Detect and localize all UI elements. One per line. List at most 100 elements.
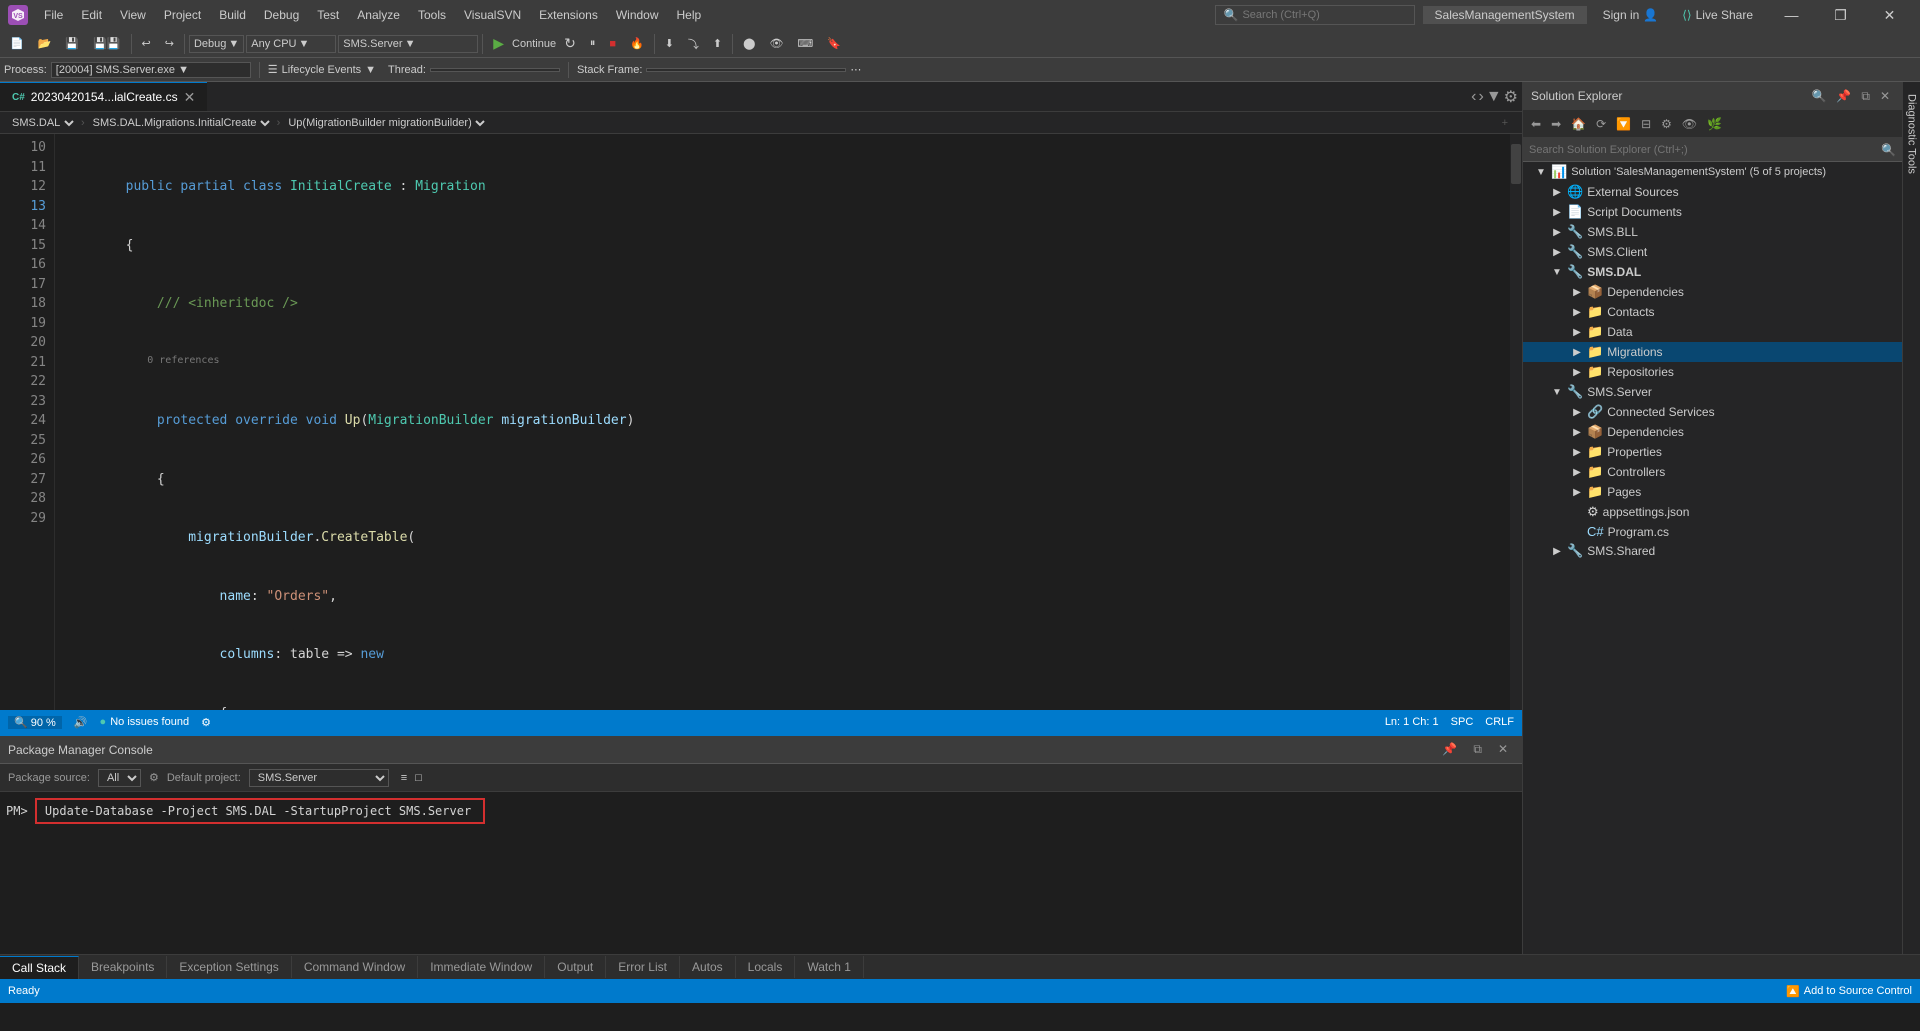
se-filter-btn[interactable]: 🔽: [1612, 115, 1635, 133]
se-home-btn[interactable]: 🏠: [1567, 115, 1590, 133]
tab-dropdown-arrow[interactable]: ▼: [1486, 88, 1502, 106]
new-project-btn[interactable]: 📄: [4, 35, 30, 52]
bookmark-btn[interactable]: 🔖: [821, 35, 847, 52]
se-float-btn[interactable]: ⧉: [1857, 87, 1874, 106]
live-share-button[interactable]: ⟨⟩ Live Share: [1674, 6, 1761, 24]
tree-item-script-docs[interactable]: ▶ 📄 Script Documents: [1523, 202, 1902, 222]
undo-btn[interactable]: ↩: [136, 35, 157, 52]
menu-test[interactable]: Test: [309, 6, 347, 24]
tree-item-pages[interactable]: ▶ 📁 Pages: [1523, 482, 1902, 502]
tab-call-stack[interactable]: Call Stack: [0, 956, 79, 979]
tab-command-window[interactable]: Command Window: [292, 956, 418, 978]
tab-locals[interactable]: Locals: [736, 956, 796, 978]
menu-help[interactable]: Help: [669, 6, 710, 24]
menu-visualsvn[interactable]: VisualSVN: [456, 6, 529, 24]
tab-breakpoints[interactable]: Breakpoints: [79, 956, 167, 978]
panel-float-btn[interactable]: ⧉: [1467, 740, 1488, 759]
immediate-btn[interactable]: ⌨: [791, 35, 819, 52]
code-scrollbar[interactable]: [1510, 134, 1522, 710]
se-close-btn[interactable]: ✕: [1876, 87, 1894, 106]
maximize-button[interactable]: ❐: [1818, 0, 1863, 30]
open-btn[interactable]: 📂: [32, 35, 58, 52]
tab-right-arrow[interactable]: ›: [1478, 88, 1483, 106]
tab-gear[interactable]: ⚙: [1504, 87, 1518, 107]
panel-pin-btn[interactable]: 📌: [1436, 740, 1463, 759]
tree-item-properties[interactable]: ▶ 📁 Properties: [1523, 442, 1902, 462]
package-source-select[interactable]: All: [98, 769, 141, 787]
stack-frame-dropdown[interactable]: [646, 68, 846, 72]
continue-btn[interactable]: ▶: [487, 33, 510, 54]
tab-output[interactable]: Output: [545, 956, 606, 978]
tab-error-list[interactable]: Error List: [606, 956, 680, 978]
tree-item-program[interactable]: ▶ C# Program.cs: [1523, 522, 1902, 541]
scrollbar-thumb[interactable]: [1511, 144, 1521, 184]
tree-item-sms-bll[interactable]: ▶ 🔧 SMS.BLL: [1523, 222, 1902, 242]
step-out-btn[interactable]: ⬆: [707, 35, 728, 52]
thread-dropdown[interactable]: [430, 68, 560, 72]
step-over-btn[interactable]: ⤵: [682, 34, 705, 54]
tab-exception-settings[interactable]: Exception Settings: [167, 956, 291, 978]
indent-btn[interactable]: ≡: [401, 772, 407, 784]
active-file-tab[interactable]: C# 20230420154...ialCreate.cs ✕: [0, 82, 207, 111]
platform-dropdown[interactable]: Any CPU ▼: [246, 35, 336, 53]
menu-tools[interactable]: Tools: [410, 6, 454, 24]
tree-item-controllers[interactable]: ▶ 📁 Controllers: [1523, 462, 1902, 482]
tree-item-data[interactable]: ▶ 📁 Data: [1523, 322, 1902, 342]
settings-icon[interactable]: ⚙: [149, 771, 159, 784]
tab-autos[interactable]: Autos: [680, 956, 736, 978]
file-tab-close[interactable]: ✕: [184, 89, 196, 106]
namespace-selector[interactable]: SMS.DAL: [8, 116, 77, 130]
add-tab-button[interactable]: +: [1496, 117, 1514, 129]
tab-watch-1[interactable]: Watch 1: [795, 956, 864, 978]
tab-left-arrow[interactable]: ‹: [1471, 88, 1476, 106]
tree-item-sms-dal[interactable]: ▼ 🔧 SMS.DAL: [1523, 262, 1902, 282]
se-preview-btn[interactable]: 👁: [1678, 115, 1701, 133]
se-properties-btn[interactable]: ⚙: [1657, 115, 1676, 133]
menu-extensions[interactable]: Extensions: [531, 6, 606, 24]
se-git-btn[interactable]: 🌿: [1703, 115, 1726, 133]
menu-debug[interactable]: Debug: [256, 6, 307, 24]
se-back-btn[interactable]: ⬅: [1527, 115, 1545, 133]
restart-btn[interactable]: ↻: [558, 33, 582, 54]
se-pin-btn[interactable]: 📌: [1832, 87, 1855, 106]
clear-btn[interactable]: □: [415, 772, 422, 784]
diagnostics-label[interactable]: Diagnostic Tools: [1906, 86, 1918, 182]
redo-btn[interactable]: ↪: [159, 35, 180, 52]
menu-edit[interactable]: Edit: [73, 6, 110, 24]
tree-item-sms-client[interactable]: ▶ 🔧 SMS.Client: [1523, 242, 1902, 262]
default-project-select[interactable]: SMS.Server: [249, 769, 389, 787]
process-dropdown[interactable]: [20004] SMS.Server.exe ▼: [51, 62, 251, 78]
method-selector[interactable]: Up(MigrationBuilder migrationBuilder): [284, 116, 488, 130]
tree-item-solution[interactable]: ▼ 📊 Solution 'SalesManagementSystem' (5 …: [1523, 162, 1902, 182]
tree-item-repositories[interactable]: ▶ 📁 Repositories: [1523, 362, 1902, 382]
hot-reload-btn[interactable]: 🔥: [624, 35, 650, 52]
menu-window[interactable]: Window: [608, 6, 667, 24]
panel-close-btn[interactable]: ✕: [1492, 740, 1514, 759]
stop-btn[interactable]: ■: [603, 36, 622, 52]
se-collapse-btn[interactable]: ⊟: [1637, 115, 1655, 133]
se-forward-btn[interactable]: ➡: [1547, 115, 1565, 133]
menu-file[interactable]: File: [36, 6, 71, 24]
tree-item-contacts[interactable]: ▶ 📁 Contacts: [1523, 302, 1902, 322]
menu-project[interactable]: Project: [156, 6, 209, 24]
class-selector[interactable]: SMS.DAL.Migrations.InitialCreate: [89, 116, 273, 130]
se-search-input[interactable]: [1529, 144, 1877, 156]
tree-item-sms-server[interactable]: ▼ 🔧 SMS.Server: [1523, 382, 1902, 402]
minimize-button[interactable]: —: [1769, 0, 1814, 30]
server-dropdown[interactable]: SMS.Server ▼: [338, 35, 478, 53]
config-dropdown[interactable]: Debug ▼: [189, 35, 244, 53]
expand-btn[interactable]: ⋯: [850, 63, 861, 76]
watch-btn[interactable]: 👁: [763, 35, 789, 52]
tree-item-migrations[interactable]: ▶ 📁 Migrations: [1523, 342, 1902, 362]
step-into-btn[interactable]: ⬇: [659, 35, 680, 52]
menu-analyze[interactable]: Analyze: [349, 6, 408, 24]
se-sync-btn[interactable]: ⟳: [1592, 115, 1610, 133]
tab-immediate-window[interactable]: Immediate Window: [418, 956, 545, 978]
se-search-btn[interactable]: 🔍: [1807, 87, 1830, 106]
save-btn[interactable]: 💾: [59, 35, 85, 52]
code-content[interactable]: public partial class InitialCreate : Mig…: [55, 134, 1510, 710]
tree-item-dependencies2[interactable]: ▶ 📦 Dependencies: [1523, 422, 1902, 442]
search-box[interactable]: 🔍 Search (Ctrl+Q): [1215, 5, 1415, 25]
tree-item-sms-shared[interactable]: ▶ 🔧 SMS.Shared: [1523, 541, 1902, 561]
tree-item-external-sources[interactable]: ▶ 🌐 External Sources: [1523, 182, 1902, 202]
